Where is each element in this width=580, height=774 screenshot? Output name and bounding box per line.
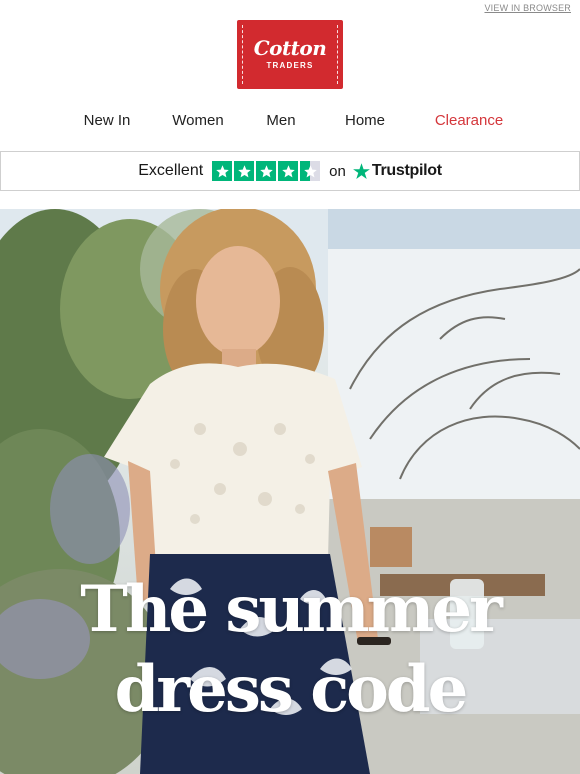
nav-clearance[interactable]: Clearance: [435, 112, 503, 129]
trustpilot-brand-name: Trustpilot: [371, 162, 442, 179]
nav-men[interactable]: Men: [266, 112, 295, 129]
star-icon: [256, 161, 277, 181]
trustpilot-bar[interactable]: Excellent on Trustpilot: [0, 151, 580, 191]
logo-subtext: TRADERS: [266, 60, 314, 70]
trustpilot-logo: Trustpilot: [352, 162, 442, 181]
logo-wordmark: Cotton: [253, 35, 327, 60]
trustpilot-star-icon: [352, 162, 370, 179]
main-nav: New In Women Men Home Clearance: [0, 112, 580, 134]
nav-home[interactable]: Home: [345, 112, 385, 129]
view-in-browser-link[interactable]: VIEW IN BROWSER: [484, 3, 571, 13]
half-star-icon: [300, 161, 321, 181]
trustpilot-stars: [212, 161, 321, 181]
hero-headline-line2: dress code: [114, 652, 469, 727]
cotton-traders-logo[interactable]: Cotton TRADERS: [237, 20, 343, 89]
hero-headline-line1: The summer: [80, 572, 503, 647]
star-icon: [278, 161, 299, 181]
star-icon: [234, 161, 255, 181]
nav-women[interactable]: Women: [172, 112, 223, 129]
trustpilot-on-text: on: [329, 162, 346, 180]
trustpilot-rating-word: Excellent: [138, 162, 204, 179]
star-icon: [212, 161, 233, 181]
nav-new-in[interactable]: New In: [84, 112, 131, 129]
hero-banner[interactable]: The summer dress code: [0, 209, 580, 774]
